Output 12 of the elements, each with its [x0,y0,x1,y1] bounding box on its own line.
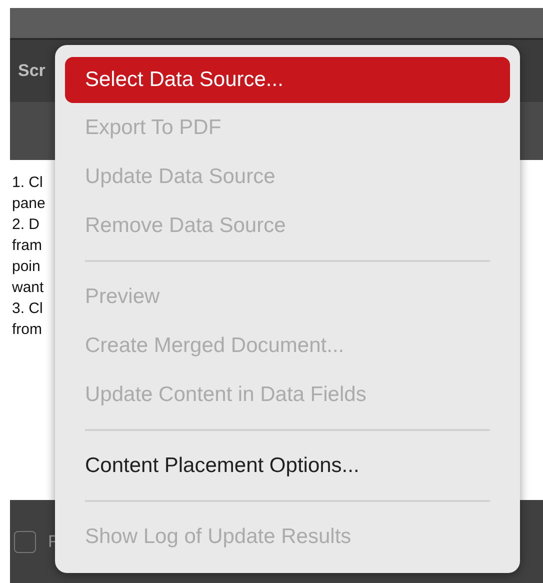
instruction-text: 3. Cl [12,299,44,319]
instruction-text: poin [12,257,42,277]
instruction-text: from [12,320,43,340]
menu-item[interactable]: Content Placement Options... [65,441,510,490]
instruction-text: 2. D [12,215,41,235]
instruction-text: want [12,278,45,298]
instruction-text: pane [12,194,46,214]
instruction-text: fram [12,236,43,256]
menu-item[interactable]: Select Data Source... [65,57,510,103]
panel-tab[interactable]: Scr [10,61,46,81]
instruction-text: 1. Cl [12,173,44,193]
checkbox[interactable] [14,530,36,552]
